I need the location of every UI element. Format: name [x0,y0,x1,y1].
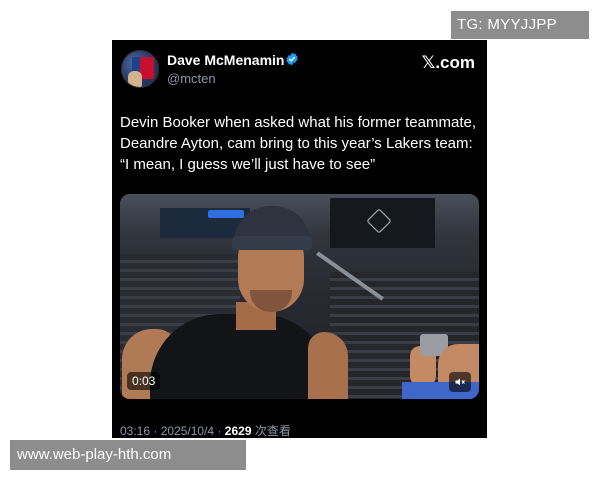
author-name[interactable]: Dave McMenamin [167,52,284,68]
tweet-meta: 03:16 · 2025/10/4 · 2629 次查看 [120,422,291,438]
speaker-muted-icon[interactable] [449,372,471,392]
tweet-text: Devin Booker when asked what his former … [120,114,476,173]
tweet-time[interactable]: 03:16 [120,424,150,438]
watermark-bottom-label: www.web-play-hth.com [10,440,246,470]
arena-sign [208,210,244,218]
verified-badge-icon [286,52,298,66]
meta-separator: · [153,424,158,438]
watermark-top-label: TG: MYYJJPP [451,11,589,39]
avatar-logo-red [140,57,154,79]
view-count: 2629 [224,424,252,438]
video-timestamp: 0:03 [127,372,161,390]
view-count-label: 次查看 [254,424,291,438]
author-handle[interactable]: @mcten [167,71,216,86]
tweet-card[interactable]: Dave McMenamin @mcten 𝕏.com Devin Booker… [112,40,487,438]
avatar-figure [128,71,142,87]
meta-separator: · [217,424,222,438]
x-logo[interactable]: 𝕏.com [422,53,475,73]
player-beanie-cuff [232,236,312,250]
tweet-date[interactable]: 2025/10/4 [161,424,214,438]
tweet-header: Dave McMenamin @mcten 𝕏.com [112,40,487,100]
avatar[interactable] [121,50,159,88]
player-arm-right [308,332,348,399]
video-player[interactable]: 0:03 [120,194,479,399]
